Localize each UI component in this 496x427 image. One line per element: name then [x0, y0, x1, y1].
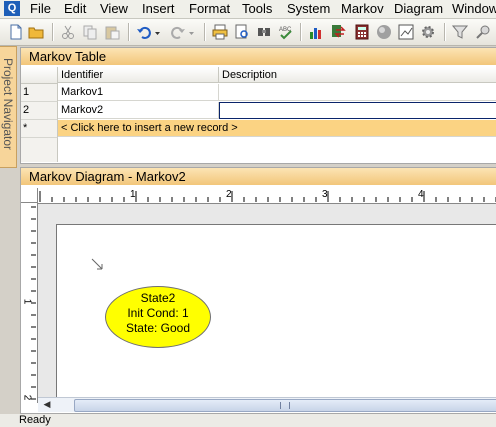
state-init-cond: Init Cond: 1: [127, 306, 189, 320]
scrollbar-thumb[interactable]: [74, 399, 496, 412]
identifier-cell[interactable]: Markov1: [58, 84, 219, 101]
menu-edit[interactable]: Edit: [64, 1, 86, 17]
row-header-filler: [21, 138, 58, 162]
menu-system[interactable]: System: [287, 1, 330, 17]
row-number: 1: [21, 84, 58, 102]
graph-icon[interactable]: [398, 24, 414, 40]
ruler-h-label: 4: [418, 189, 424, 200]
column-header-description[interactable]: Description: [219, 67, 496, 83]
paste-icon[interactable]: [104, 24, 120, 40]
diagram-canvas[interactable]: State2 Init Cond: 1 State: Good: [38, 204, 496, 400]
settings-gear-icon[interactable]: [420, 24, 436, 40]
markov-diagram-panel: Markov Diagram - Markov2 1 2 3 4 1 2 Sta…: [20, 167, 496, 414]
chart-icon[interactable]: [308, 24, 324, 40]
identifier-cell[interactable]: Markov2: [58, 102, 219, 119]
filter-icon[interactable]: [451, 24, 469, 40]
horizontal-scrollbar[interactable]: ◀: [38, 397, 496, 412]
ruler-h-label: 3: [322, 189, 328, 200]
markov-diagram-title: Markov Diagram - Markov2: [29, 169, 186, 184]
menu-tools[interactable]: Tools: [242, 1, 272, 17]
ruler-corner: [21, 188, 38, 203]
copy-icon[interactable]: [82, 24, 98, 40]
sphere-icon[interactable]: [376, 24, 392, 40]
description-cell-selected[interactable]: [219, 102, 496, 119]
scroll-left-button[interactable]: [56, 399, 70, 410]
status-text: Ready: [19, 414, 51, 426]
calculator-icon[interactable]: [354, 24, 370, 40]
horizontal-ruler: 1 2 3 4: [38, 188, 496, 204]
project-navigator-label: Project Navigator: [1, 57, 15, 151]
vertical-ruler: 1 2: [21, 203, 38, 403]
open-folder-icon[interactable]: [28, 24, 44, 40]
menu-diagram[interactable]: Diagram: [394, 1, 443, 17]
spell-check-icon[interactable]: ABC: [278, 24, 294, 40]
app-icon[interactable]: Q: [4, 1, 20, 16]
markov-diagram-title-bar: Markov Diagram - Markov2: [21, 168, 496, 185]
toolbar: ABC: [0, 19, 496, 46]
new-document-icon[interactable]: [8, 24, 24, 40]
column-header-identifier[interactable]: Identifier: [58, 67, 219, 83]
cut-icon[interactable]: [60, 24, 76, 40]
status-bar: Ready: [0, 414, 496, 427]
state-node[interactable]: State2 Init Cond: 1 State: Good: [105, 286, 211, 348]
menu-bar: Q File Edit View Insert Format Tools Sys…: [0, 0, 496, 19]
menu-format[interactable]: Format: [189, 1, 230, 17]
scroll-left-arrow-icon[interactable]: ◀: [40, 399, 54, 410]
row-number: 2: [21, 102, 58, 120]
redo-icon[interactable]: [170, 24, 186, 40]
insert-new-record-row[interactable]: < Click here to insert a new record >: [58, 120, 496, 137]
ruler-h-label: 2: [226, 189, 232, 200]
pin-icon[interactable]: [476, 24, 492, 40]
project-navigator-tab[interactable]: Project Navigator: [0, 46, 17, 168]
diagram-page[interactable]: State2 Init Cond: 1 State: Good: [56, 224, 496, 400]
find-icon[interactable]: [256, 24, 272, 40]
new-record-marker: *: [21, 120, 58, 138]
menu-file[interactable]: File: [30, 1, 51, 17]
ruler-h-label: 1: [130, 189, 136, 200]
row-header-corner: [21, 67, 58, 84]
markov-table-title: Markov Table: [29, 49, 107, 64]
undo-icon[interactable]: [136, 24, 152, 40]
menu-insert[interactable]: Insert: [142, 1, 175, 17]
markov-table-panel: Markov Table Identifier Description 1 Ma…: [20, 47, 496, 164]
state-status: State: Good: [125, 321, 191, 335]
menu-markov[interactable]: Markov: [341, 1, 384, 17]
scroll-grip-icon: [280, 402, 290, 409]
menu-window[interactable]: Window: [452, 1, 496, 17]
print-icon[interactable]: [212, 24, 228, 40]
undo-dropdown-icon[interactable]: [154, 24, 170, 40]
description-cell[interactable]: [219, 84, 496, 101]
state-name: State2: [140, 291, 176, 305]
redo-dropdown-icon[interactable]: [188, 24, 204, 40]
ruler-v-label: 1: [21, 298, 33, 305]
data-exchange-icon[interactable]: [330, 24, 346, 40]
pointer-cursor-icon: [91, 258, 105, 275]
menu-view[interactable]: View: [100, 1, 128, 17]
ruler-v-label: 2: [21, 394, 33, 401]
print-preview-icon[interactable]: [234, 24, 250, 40]
markov-table-title-bar: Markov Table: [21, 48, 496, 65]
